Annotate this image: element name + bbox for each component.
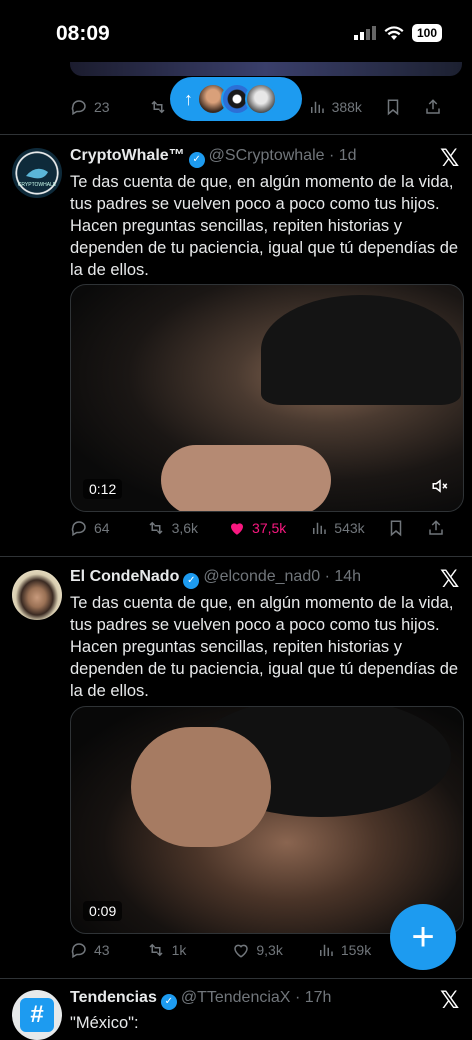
tweet-header: CryptoWhale™ ✓ @SCryptowhale · 1d (70, 147, 430, 168)
video-player[interactable]: 0:09 (70, 706, 464, 934)
repost-button[interactable]: 1k (146, 941, 186, 959)
repost-icon (149, 943, 163, 957)
battery-indicator: 100 (411, 24, 442, 42)
tweet-text: "México": (70, 1014, 139, 1032)
views-button[interactable]: 543k (310, 519, 365, 537)
handle[interactable]: @TTendenciaX (181, 989, 291, 1006)
share-button[interactable] (427, 519, 445, 537)
plus-icon: + (411, 914, 435, 959)
divider (0, 556, 472, 557)
x-logo-icon[interactable]: 𝕏 (440, 144, 459, 172)
share-icon (428, 520, 443, 535)
video-frame (161, 445, 331, 511)
reply-icon (71, 521, 86, 537)
timestamp: · 14h (324, 568, 362, 585)
reply-icon (71, 100, 86, 116)
arrow-up-icon: ↑ (184, 88, 193, 109)
views-button[interactable]: 388k (308, 98, 362, 116)
repost-icon (151, 100, 165, 114)
share-button[interactable] (424, 98, 442, 116)
timestamp: · 17h (294, 989, 332, 1006)
timestamp: · 1d (328, 147, 357, 164)
heart-filled-icon (231, 523, 244, 535)
video-frame (261, 295, 461, 405)
reply-button[interactable]: 43 (70, 941, 110, 959)
avatar[interactable] (12, 570, 62, 620)
share-icon (426, 99, 440, 114)
bookmark-icon (390, 520, 401, 537)
bookmark-button[interactable] (384, 98, 402, 116)
bookmark-icon (387, 99, 399, 116)
video-duration: 0:09 (83, 901, 123, 921)
compose-button[interactable]: + (390, 904, 456, 970)
verified-badge-icon: ✓ (160, 993, 177, 1010)
display-name[interactable]: Tendencias (70, 989, 157, 1006)
display-name[interactable]: CryptoWhale™ (70, 147, 185, 164)
repost-button[interactable]: 3,6k (146, 519, 198, 537)
views-icon (313, 522, 327, 534)
divider (0, 134, 472, 135)
wifi-icon (384, 25, 404, 40)
repost-icon (149, 521, 163, 535)
like-button[interactable]: 37,5k (228, 519, 286, 537)
handle[interactable]: @elconde_nad0 (203, 568, 320, 585)
divider (0, 978, 472, 979)
pill-avatar (245, 83, 277, 115)
reply-icon (71, 943, 86, 959)
hashtag-icon: # (20, 998, 54, 1032)
previous-media (70, 62, 462, 76)
x-logo-icon[interactable]: 𝕏 (440, 565, 459, 593)
tweet-header: Tendencias ✓ @TTendenciaX · 17h (70, 989, 430, 1010)
verified-badge-icon: ✓ (188, 151, 205, 168)
views-button[interactable]: 159k (317, 941, 371, 959)
status-icons: 100 (353, 24, 442, 42)
verified-badge-icon: ✓ (183, 572, 200, 589)
status-time: 08:09 (56, 22, 110, 45)
like-button[interactable]: 9,3k (232, 941, 283, 959)
reply-button[interactable]: 23 (70, 98, 110, 116)
heart-icon (234, 944, 249, 958)
display-name[interactable]: El CondeNado (70, 568, 179, 585)
tweet-actions: 64 3,6k 37,5k 543k (70, 519, 450, 537)
handle[interactable]: @SCryptowhale (209, 147, 325, 164)
tweet-text: Te das cuenta de que, en algún momento d… (70, 594, 459, 700)
video-frame (131, 727, 271, 847)
video-player[interactable]: 0:12 (70, 284, 464, 512)
repost-button[interactable] (148, 98, 168, 116)
reply-button[interactable]: 64 (70, 519, 110, 537)
tweet-text: Te das cuenta de que, en algún momento d… (70, 173, 459, 279)
bookmark-button[interactable] (387, 519, 405, 537)
views-icon (310, 101, 324, 113)
views-icon (319, 944, 333, 956)
whale-icon: CRYPTOWHALE (18, 168, 57, 188)
signal-icon (353, 26, 376, 40)
svg-text:CRYPTOWHALE: CRYPTOWHALE (18, 182, 57, 188)
mute-icon (432, 479, 448, 493)
new-posts-pill[interactable]: ↑ (170, 77, 302, 121)
video-duration: 0:12 (83, 479, 123, 499)
x-logo-icon[interactable]: 𝕏 (440, 986, 459, 1014)
avatar[interactable]: CRYPTOWHALE (12, 148, 62, 198)
tweet-header: El CondeNado ✓ @elconde_nad0 · 14h (70, 568, 430, 589)
avatar[interactable]: # (12, 990, 62, 1040)
